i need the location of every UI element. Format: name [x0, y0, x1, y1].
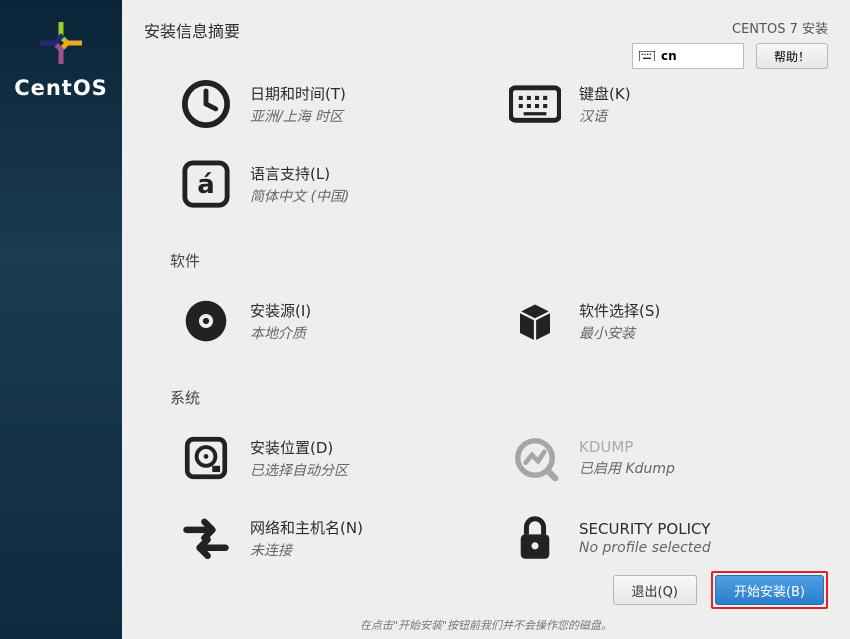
spoke-language[interactable]: á 语言支持(L) 简体中文 (中国)	[170, 144, 499, 224]
keyboard-large-icon	[505, 74, 565, 134]
begin-install-button[interactable]: 开始安装(B)	[715, 575, 824, 605]
footer-note: 在点击"开始安装"按钮前我们并不会操作您的磁盘。	[122, 617, 850, 639]
spoke-install-destination[interactable]: 安装位置(D) 已选择自动分区	[170, 418, 499, 498]
spoke-title: 安装位置(D)	[250, 437, 348, 458]
spoke-network[interactable]: 网络和主机名(N) 未连接	[170, 498, 499, 559]
main: 安装信息摘要 CENTOS 7 安装 cn 帮助！ 日期和时间	[122, 0, 850, 639]
spoke-datetime[interactable]: 日期和时间(T) 亚洲/上海 时区	[170, 70, 499, 144]
section-software: 软件	[170, 250, 828, 271]
spoke-title: 安装源(I)	[250, 300, 311, 321]
help-button[interactable]: 帮助！	[756, 43, 828, 69]
section-system: 系统	[170, 387, 828, 408]
keyboard-indicator[interactable]: cn	[632, 43, 744, 69]
spoke-sub: No profile selected	[579, 540, 711, 556]
package-icon	[505, 291, 565, 351]
spoke-title: 日期和时间(T)	[250, 83, 346, 104]
topbar: 安装信息摘要 CENTOS 7 安装 cn 帮助！	[122, 0, 850, 70]
centos-logo-icon	[36, 18, 86, 68]
sidebar: CentOS	[0, 0, 122, 639]
spoke-sub: 汉语	[579, 106, 631, 126]
footer: 退出(Q) 开始安装(B)	[122, 559, 850, 617]
lock-icon	[505, 508, 565, 559]
spoke-security[interactable]: SECURITY POLICY No profile selected	[499, 498, 828, 559]
spoke-title: 网络和主机名(N)	[250, 517, 363, 538]
spoke-kdump[interactable]: KDUMP 已启用 Kdump	[499, 418, 828, 498]
spoke-title: KDUMP	[579, 438, 675, 456]
spoke-sub: 已选择自动分区	[250, 460, 348, 480]
spoke-title: 软件选择(S)	[579, 300, 660, 321]
spoke-sub: 最小安装	[579, 323, 660, 343]
spoke-sub: 已启用 Kdump	[579, 458, 675, 478]
spoke-title: SECURITY POLICY	[579, 520, 711, 538]
network-icon	[176, 508, 236, 559]
spoke-title: 键盘(K)	[579, 83, 631, 104]
brand-text: CentOS	[14, 76, 108, 100]
language-icon: á	[176, 154, 236, 214]
disk-icon	[176, 428, 236, 488]
keyboard-indicator-text: cn	[661, 49, 677, 63]
spoke-sub: 简体中文 (中国)	[250, 186, 349, 206]
spoke-keyboard[interactable]: 键盘(K) 汉语	[499, 70, 828, 144]
begin-highlight: 开始安装(B)	[711, 571, 828, 609]
spoke-software-selection[interactable]: 软件选择(S) 最小安装	[499, 281, 828, 361]
logo: CentOS	[14, 18, 108, 100]
content: 日期和时间(T) 亚洲/上海 时区 键盘(K) 汉语 á 语言支持(L)	[122, 70, 850, 559]
clock-icon	[176, 74, 236, 134]
disc-icon	[176, 291, 236, 351]
spoke-sub: 未连接	[250, 540, 363, 560]
spoke-install-source[interactable]: 安装源(I) 本地介质	[170, 281, 499, 361]
svg-text:á: á	[197, 170, 215, 200]
keyboard-icon	[639, 51, 655, 62]
product-label: CENTOS 7 安装	[732, 18, 828, 37]
kdump-icon	[505, 428, 565, 488]
quit-button[interactable]: 退出(Q)	[613, 575, 697, 605]
spoke-sub: 亚洲/上海 时区	[250, 106, 346, 126]
spoke-sub: 本地介质	[250, 323, 311, 343]
spoke-title: 语言支持(L)	[250, 163, 349, 184]
page-title: 安装信息摘要	[144, 18, 632, 42]
